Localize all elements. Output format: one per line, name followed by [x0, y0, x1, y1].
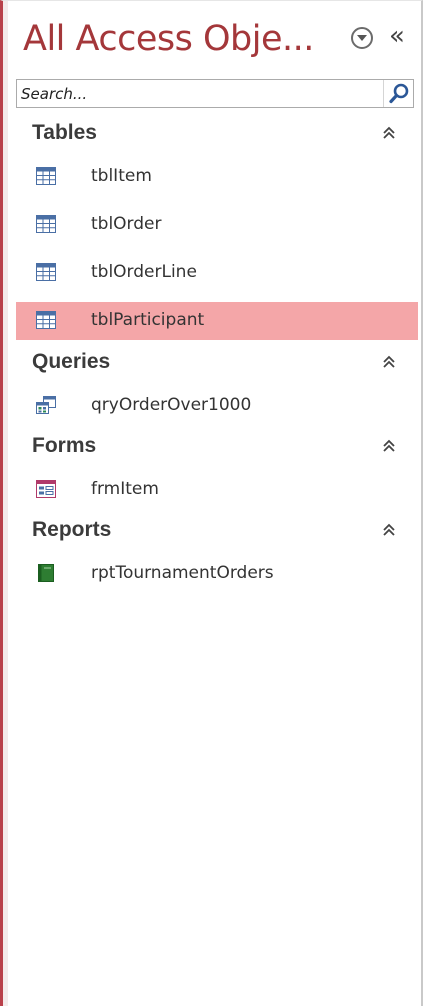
search-icon — [389, 83, 409, 104]
nav-item-label: tblParticipant — [91, 310, 205, 330]
navigation-pane: All Access Obje... « Tables — [0, 0, 423, 1006]
collapse-group-icon — [383, 523, 395, 536]
table-icon — [36, 215, 56, 233]
nav-item-label: tblOrder — [91, 214, 162, 234]
group-header-queries[interactable]: Queries — [16, 346, 414, 378]
nav-item-table[interactable]: tblOrder — [16, 206, 418, 244]
nav-item-table-selected[interactable]: tblParticipant — [16, 302, 418, 340]
nav-item-query[interactable]: qryOrderOver1000 — [16, 387, 418, 425]
report-icon — [38, 564, 54, 582]
nav-item-label: tblItem — [91, 166, 152, 186]
pane-header: All Access Obje... « — [21, 17, 413, 69]
nav-item-report[interactable]: rptTournamentOrders — [16, 555, 418, 593]
nav-item-label: qryOrderOver1000 — [91, 395, 252, 415]
group-label: Queries — [32, 350, 111, 373]
collapse-group-icon — [383, 126, 395, 139]
table-icon — [36, 167, 56, 185]
table-icon — [36, 263, 56, 281]
nav-item-label: rptTournamentOrders — [91, 563, 274, 583]
query-icon — [36, 396, 56, 414]
group-label: Forms — [32, 434, 97, 457]
group-header-forms[interactable]: Forms — [16, 430, 414, 462]
group-header-reports[interactable]: Reports — [16, 514, 414, 546]
search-button[interactable] — [383, 80, 413, 107]
collapse-group-icon — [383, 355, 395, 368]
group-header-tables[interactable]: Tables — [16, 117, 414, 149]
search-box — [16, 79, 414, 108]
collapse-group-icon — [383, 439, 395, 452]
nav-item-table[interactable]: tblOrderLine — [16, 254, 418, 292]
group-label: Reports — [32, 518, 112, 541]
chevron-down-icon — [357, 35, 367, 41]
table-icon — [36, 311, 56, 329]
pane-menu-button[interactable] — [351, 27, 373, 49]
shutter-bar-close-button[interactable]: « — [389, 21, 415, 51]
nav-item-form[interactable]: frmItem — [16, 471, 418, 509]
nav-item-label: frmItem — [91, 479, 159, 499]
search-input[interactable] — [17, 80, 377, 107]
group-label: Tables — [32, 121, 97, 144]
form-icon — [36, 480, 56, 498]
pane-title[interactable]: All Access Obje... — [23, 19, 314, 59]
nav-item-table[interactable]: tblItem — [16, 158, 418, 196]
nav-item-label: tblOrderLine — [91, 262, 197, 282]
